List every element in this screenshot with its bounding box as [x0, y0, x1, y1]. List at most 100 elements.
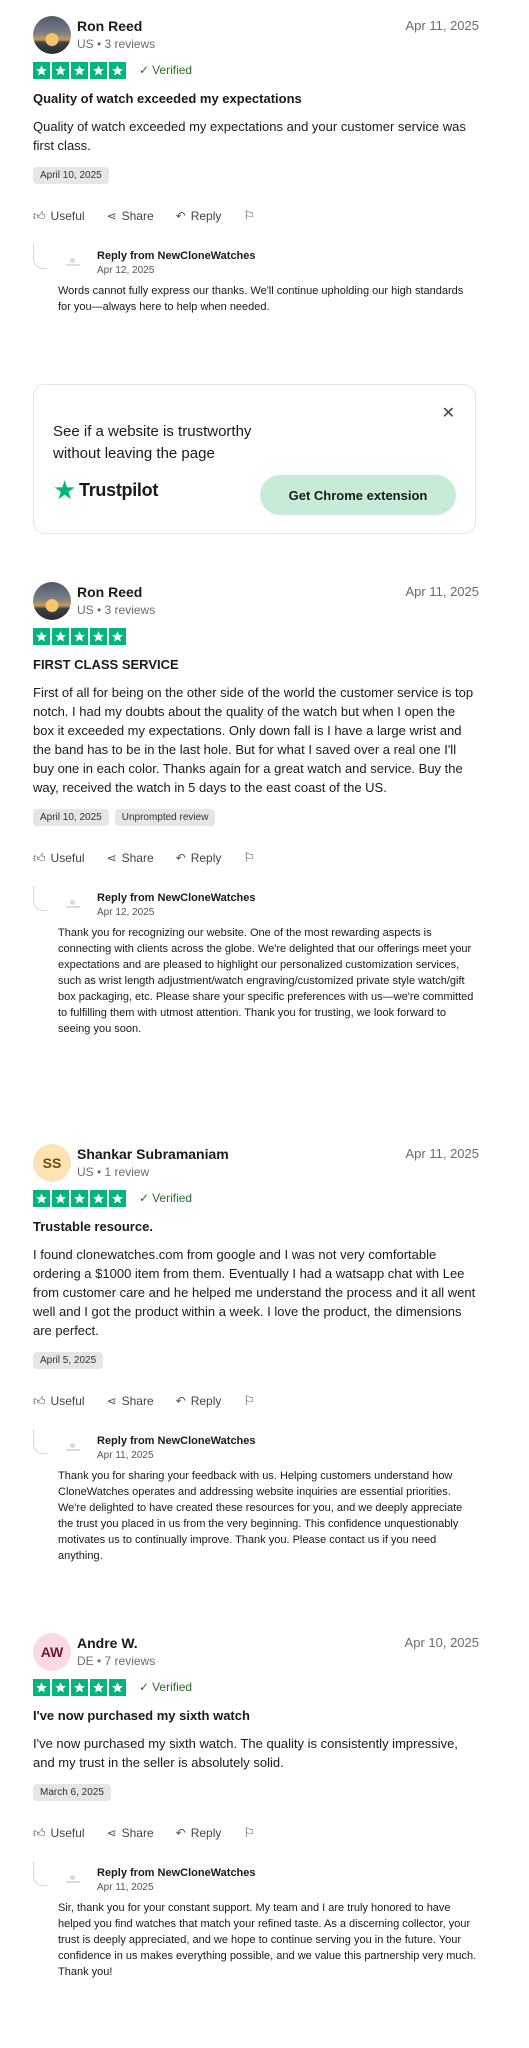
star-icon [33, 628, 50, 645]
check-icon: ✓ [139, 1191, 150, 1205]
review-date: Apr 11, 2025 [405, 584, 479, 599]
avatar[interactable]: SS [33, 1144, 71, 1182]
experience-date-tag: April 10, 2025 [33, 809, 109, 826]
company-reply: Reply from NewCloneWatches Apr 11, 2025 … [33, 1429, 479, 1564]
promo-line-1: See if a website is trustworthy [53, 423, 252, 440]
avatar[interactable] [33, 582, 71, 620]
star-rating [33, 62, 126, 79]
reply-label: Reply [190, 1826, 222, 1840]
verified-badge[interactable]: ✓ Verified [139, 1680, 192, 1694]
verified-badge[interactable]: ✓ Verified [139, 63, 192, 77]
useful-button[interactable]: 👍︎ Useful [33, 1826, 85, 1841]
share-button[interactable]: ⋖ Share [107, 1826, 154, 1840]
reply-label: Reply [190, 851, 222, 865]
reply-arrow-icon: ↶ [175, 1826, 186, 1840]
reply-button[interactable]: ↶ Reply [176, 1394, 222, 1408]
chrome-extension-promo: See if a website is trustworthy without … [33, 384, 476, 534]
share-button[interactable]: ⋖ Share [107, 1394, 154, 1408]
star-icon [71, 62, 88, 79]
thumbs-up-icon: 👍︎ [33, 208, 46, 223]
company-logo-icon [66, 258, 80, 266]
reply-from: Reply from NewCloneWatches [97, 250, 256, 262]
reply-text: Words cannot fully express our thanks. W… [58, 285, 464, 313]
useful-button[interactable]: 👍︎ Useful [33, 209, 85, 224]
company-reply: Reply from NewCloneWatches Apr 12, 2025 … [33, 886, 479, 1037]
useful-label: Useful [50, 1394, 85, 1408]
unprompted-review-tag[interactable]: Unprompted review [114, 809, 216, 826]
useful-label: Useful [50, 209, 85, 223]
star-icon [90, 628, 107, 645]
verified-badge[interactable]: ✓ Verified [139, 1191, 192, 1205]
star-icon [33, 1679, 50, 1696]
star-icon [109, 1679, 126, 1696]
review-title[interactable]: FIRST CLASS SERVICE [33, 657, 479, 673]
flag-button[interactable]: ⚐ [243, 1393, 255, 1409]
flag-button[interactable]: ⚐ [243, 208, 255, 224]
reply-text: Thank you for recognizing our website. O… [58, 927, 474, 1035]
star-rating [33, 1679, 126, 1696]
flag-button[interactable]: ⚐ [243, 850, 255, 866]
star-icon: ★ [53, 475, 77, 505]
reviewer-name[interactable]: Ron Reed [77, 584, 142, 600]
share-button[interactable]: ⋖ Share [107, 851, 154, 865]
review-title[interactable]: Trustable resource. [33, 1219, 479, 1235]
star-icon [52, 1190, 69, 1207]
star-icon [90, 1679, 107, 1696]
reply-date: Apr 11, 2025 [97, 1450, 154, 1461]
reviewer-name[interactable]: Andre W. [77, 1635, 138, 1651]
star-icon [33, 62, 50, 79]
promo-line-2: without leaving the page [53, 445, 215, 462]
thumbs-up-icon: 👍︎ [33, 1825, 46, 1840]
avatar[interactable]: AW [33, 1633, 71, 1671]
share-label: Share [121, 1394, 154, 1408]
star-icon [109, 628, 126, 645]
review-date: Apr 11, 2025 [405, 18, 479, 33]
flag-button[interactable]: ⚐ [243, 1825, 255, 1841]
star-rating [33, 1190, 126, 1207]
useful-button[interactable]: 👍︎ Useful [33, 851, 85, 866]
review-date: Apr 11, 2025 [405, 1146, 479, 1161]
useful-label: Useful [50, 851, 85, 865]
review-title[interactable]: Quality of watch exceeded my expectation… [33, 91, 479, 107]
avatar[interactable] [33, 16, 71, 54]
reviewer-meta: US • 3 reviews [77, 603, 156, 617]
company-logo-icon [66, 900, 80, 908]
star-icon [90, 1190, 107, 1207]
star-icon [109, 62, 126, 79]
reply-button[interactable]: ↶ Reply [176, 1826, 222, 1840]
reviewer-meta: US • 3 reviews [77, 37, 156, 51]
reply-from: Reply from NewCloneWatches [97, 1435, 256, 1447]
verified-label: Verified [152, 1191, 193, 1205]
share-icon: ⋖ [106, 1826, 117, 1840]
review-title[interactable]: I've now purchased my sixth watch [33, 1708, 479, 1724]
reply-date: Apr 12, 2025 [97, 265, 155, 276]
review-body: First of all for being on the other side… [33, 685, 474, 795]
check-icon: ✓ [139, 63, 150, 77]
review-body: Quality of watch exceeded my expectation… [33, 119, 466, 153]
reply-text: Thank you for sharing your feedback with… [58, 1470, 463, 1562]
flag-icon: ⚐ [243, 1393, 256, 1408]
review-card: Ron Reed US • 3 reviews Apr 11, 2025 FIR… [33, 582, 479, 1037]
reply-connector [33, 1429, 47, 1454]
reply-label: Reply [190, 209, 222, 223]
get-chrome-extension-button[interactable]: Get Chrome extension [260, 475, 456, 515]
review-date: Apr 10, 2025 [404, 1635, 479, 1650]
thumbs-up-icon: 👍︎ [33, 850, 46, 865]
verified-label: Verified [152, 1680, 193, 1694]
star-icon [52, 628, 69, 645]
star-icon [71, 1679, 88, 1696]
flag-icon: ⚐ [243, 1825, 256, 1840]
trustpilot-logo: ★ Trustpilot [53, 477, 158, 503]
reply-button[interactable]: ↶ Reply [176, 209, 222, 223]
reviewer-name[interactable]: Ron Reed [77, 18, 142, 34]
reviewer-name[interactable]: Shankar Subramaniam [77, 1146, 229, 1162]
close-icon[interactable]: ✕ [442, 403, 455, 423]
share-button[interactable]: ⋖ Share [107, 209, 154, 223]
reply-button[interactable]: ↶ Reply [176, 851, 222, 865]
star-icon [71, 628, 88, 645]
useful-button[interactable]: 👍︎ Useful [33, 1394, 85, 1409]
verified-label: Verified [152, 63, 193, 77]
reply-from: Reply from NewCloneWatches [97, 892, 256, 904]
reply-date: Apr 12, 2025 [97, 907, 155, 918]
star-icon [109, 1190, 126, 1207]
